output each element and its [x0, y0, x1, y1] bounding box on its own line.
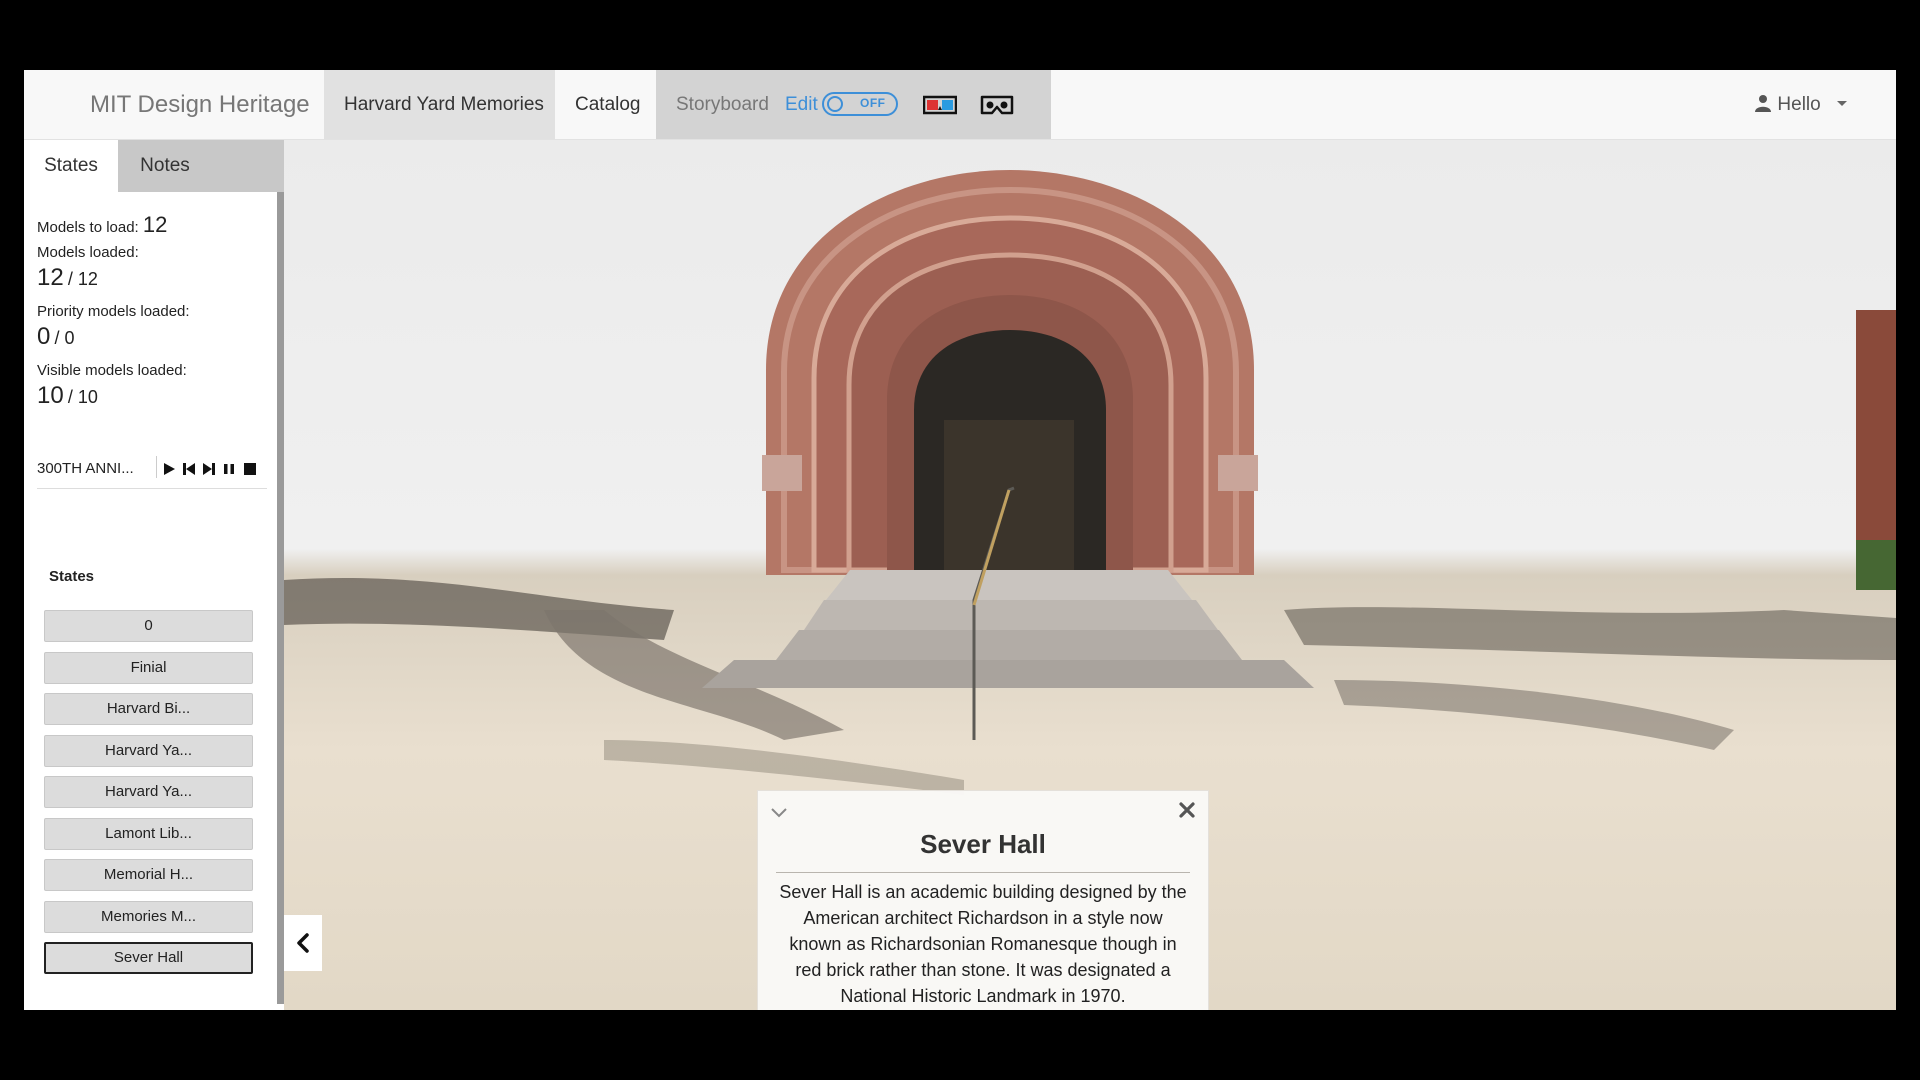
edit-label: Edit: [785, 94, 818, 115]
info-panel: Sever Hall Sever Hall is an academic bui…: [757, 790, 1209, 1010]
storyboard-link[interactable]: Storyboard: [676, 70, 769, 139]
state-button[interactable]: Finial: [44, 652, 253, 684]
state-button[interactable]: Lamont Lib...: [44, 818, 253, 850]
models-to-load-value: 12: [142, 212, 168, 237]
priority-count: 0 / 0: [37, 323, 75, 350]
user-icon: [1755, 95, 1772, 112]
skip-back-icon[interactable]: [182, 462, 196, 476]
visible-count: 10 / 10: [37, 382, 98, 409]
edit-toggle[interactable]: OFF: [822, 92, 898, 116]
models-loaded-count: 12 / 12: [37, 264, 98, 291]
user-menu[interactable]: Hello: [1754, 70, 1848, 139]
info-title: Sever Hall: [920, 829, 1046, 859]
chevron-left-icon: [297, 933, 309, 953]
nav-harvard-yard-memories-label: Harvard Yard Memories: [344, 94, 544, 115]
models-loaded-label: Models loaded:: [37, 244, 139, 261]
priority-total: 0: [64, 328, 75, 348]
info-divider: [776, 872, 1190, 873]
toggle-state-text: OFF: [860, 96, 886, 110]
sidebar-collapse-button[interactable]: [284, 915, 322, 971]
models-loaded-total: 12: [77, 269, 98, 289]
story-name[interactable]: 300TH ANNI...: [37, 460, 134, 477]
state-button-selected[interactable]: Sever Hall: [44, 942, 253, 974]
priority-loaded-value: 0: [37, 323, 51, 350]
info-description: Sever Hall is an academic building desig…: [779, 882, 1187, 1006]
tab-states[interactable]: States: [24, 140, 118, 192]
nav-catalog[interactable]: Catalog: [575, 70, 641, 139]
vr-headset-icon[interactable]: [980, 94, 1014, 116]
brand-title[interactable]: MIT Design Heritage: [90, 70, 310, 139]
user-greeting: Hello: [1777, 94, 1821, 115]
app-window: MIT Design Heritage Harvard Yard Memorie…: [24, 70, 1896, 1010]
state-button[interactable]: 0: [44, 610, 253, 642]
skip-forward-icon[interactable]: [202, 462, 216, 476]
sidebar-tabs: States Notes: [24, 140, 284, 192]
nav-harvard-yard-memories[interactable]: Harvard Yard Memories: [324, 70, 555, 139]
story-playbar: 300TH ANNI...: [37, 456, 267, 489]
priority-label: Priority models loaded:: [37, 303, 190, 320]
storyboard-group: Storyboard Edit OFF: [656, 70, 1051, 139]
state-button[interactable]: Harvard Ya...: [44, 776, 253, 808]
state-button[interactable]: Memorial H...: [44, 859, 253, 891]
state-button[interactable]: Harvard Ya...: [44, 735, 253, 767]
toggle-knob: [827, 96, 843, 112]
models-loaded-value: 12: [37, 264, 64, 291]
models-to-load: Models to load: 12: [37, 212, 167, 238]
tab-notes[interactable]: Notes: [118, 140, 212, 192]
visible-total: 10: [77, 387, 98, 407]
state-button[interactable]: Harvard Bi...: [44, 693, 253, 725]
chevron-down-icon[interactable]: [770, 803, 788, 821]
pause-icon[interactable]: [222, 462, 236, 476]
close-icon[interactable]: [1178, 801, 1196, 819]
stop-icon[interactable]: [243, 462, 257, 476]
visible-loaded-value: 10: [37, 382, 64, 409]
play-icon[interactable]: [162, 462, 176, 476]
playbar-divider: [156, 456, 157, 478]
steps: [826, 570, 1192, 600]
sidebar: States Notes Models to load: 12 Models l…: [24, 140, 284, 1004]
top-navbar: MIT Design Heritage Harvard Yard Memorie…: [24, 70, 1896, 140]
state-button[interactable]: Memories M...: [44, 901, 253, 933]
models-to-load-label: Models to load:: [37, 219, 139, 236]
states-heading: States: [49, 568, 95, 585]
visible-label: Visible models loaded:: [37, 362, 187, 379]
caret-down-icon: [1837, 101, 1847, 106]
anaglyph-glasses-icon[interactable]: [923, 94, 957, 116]
